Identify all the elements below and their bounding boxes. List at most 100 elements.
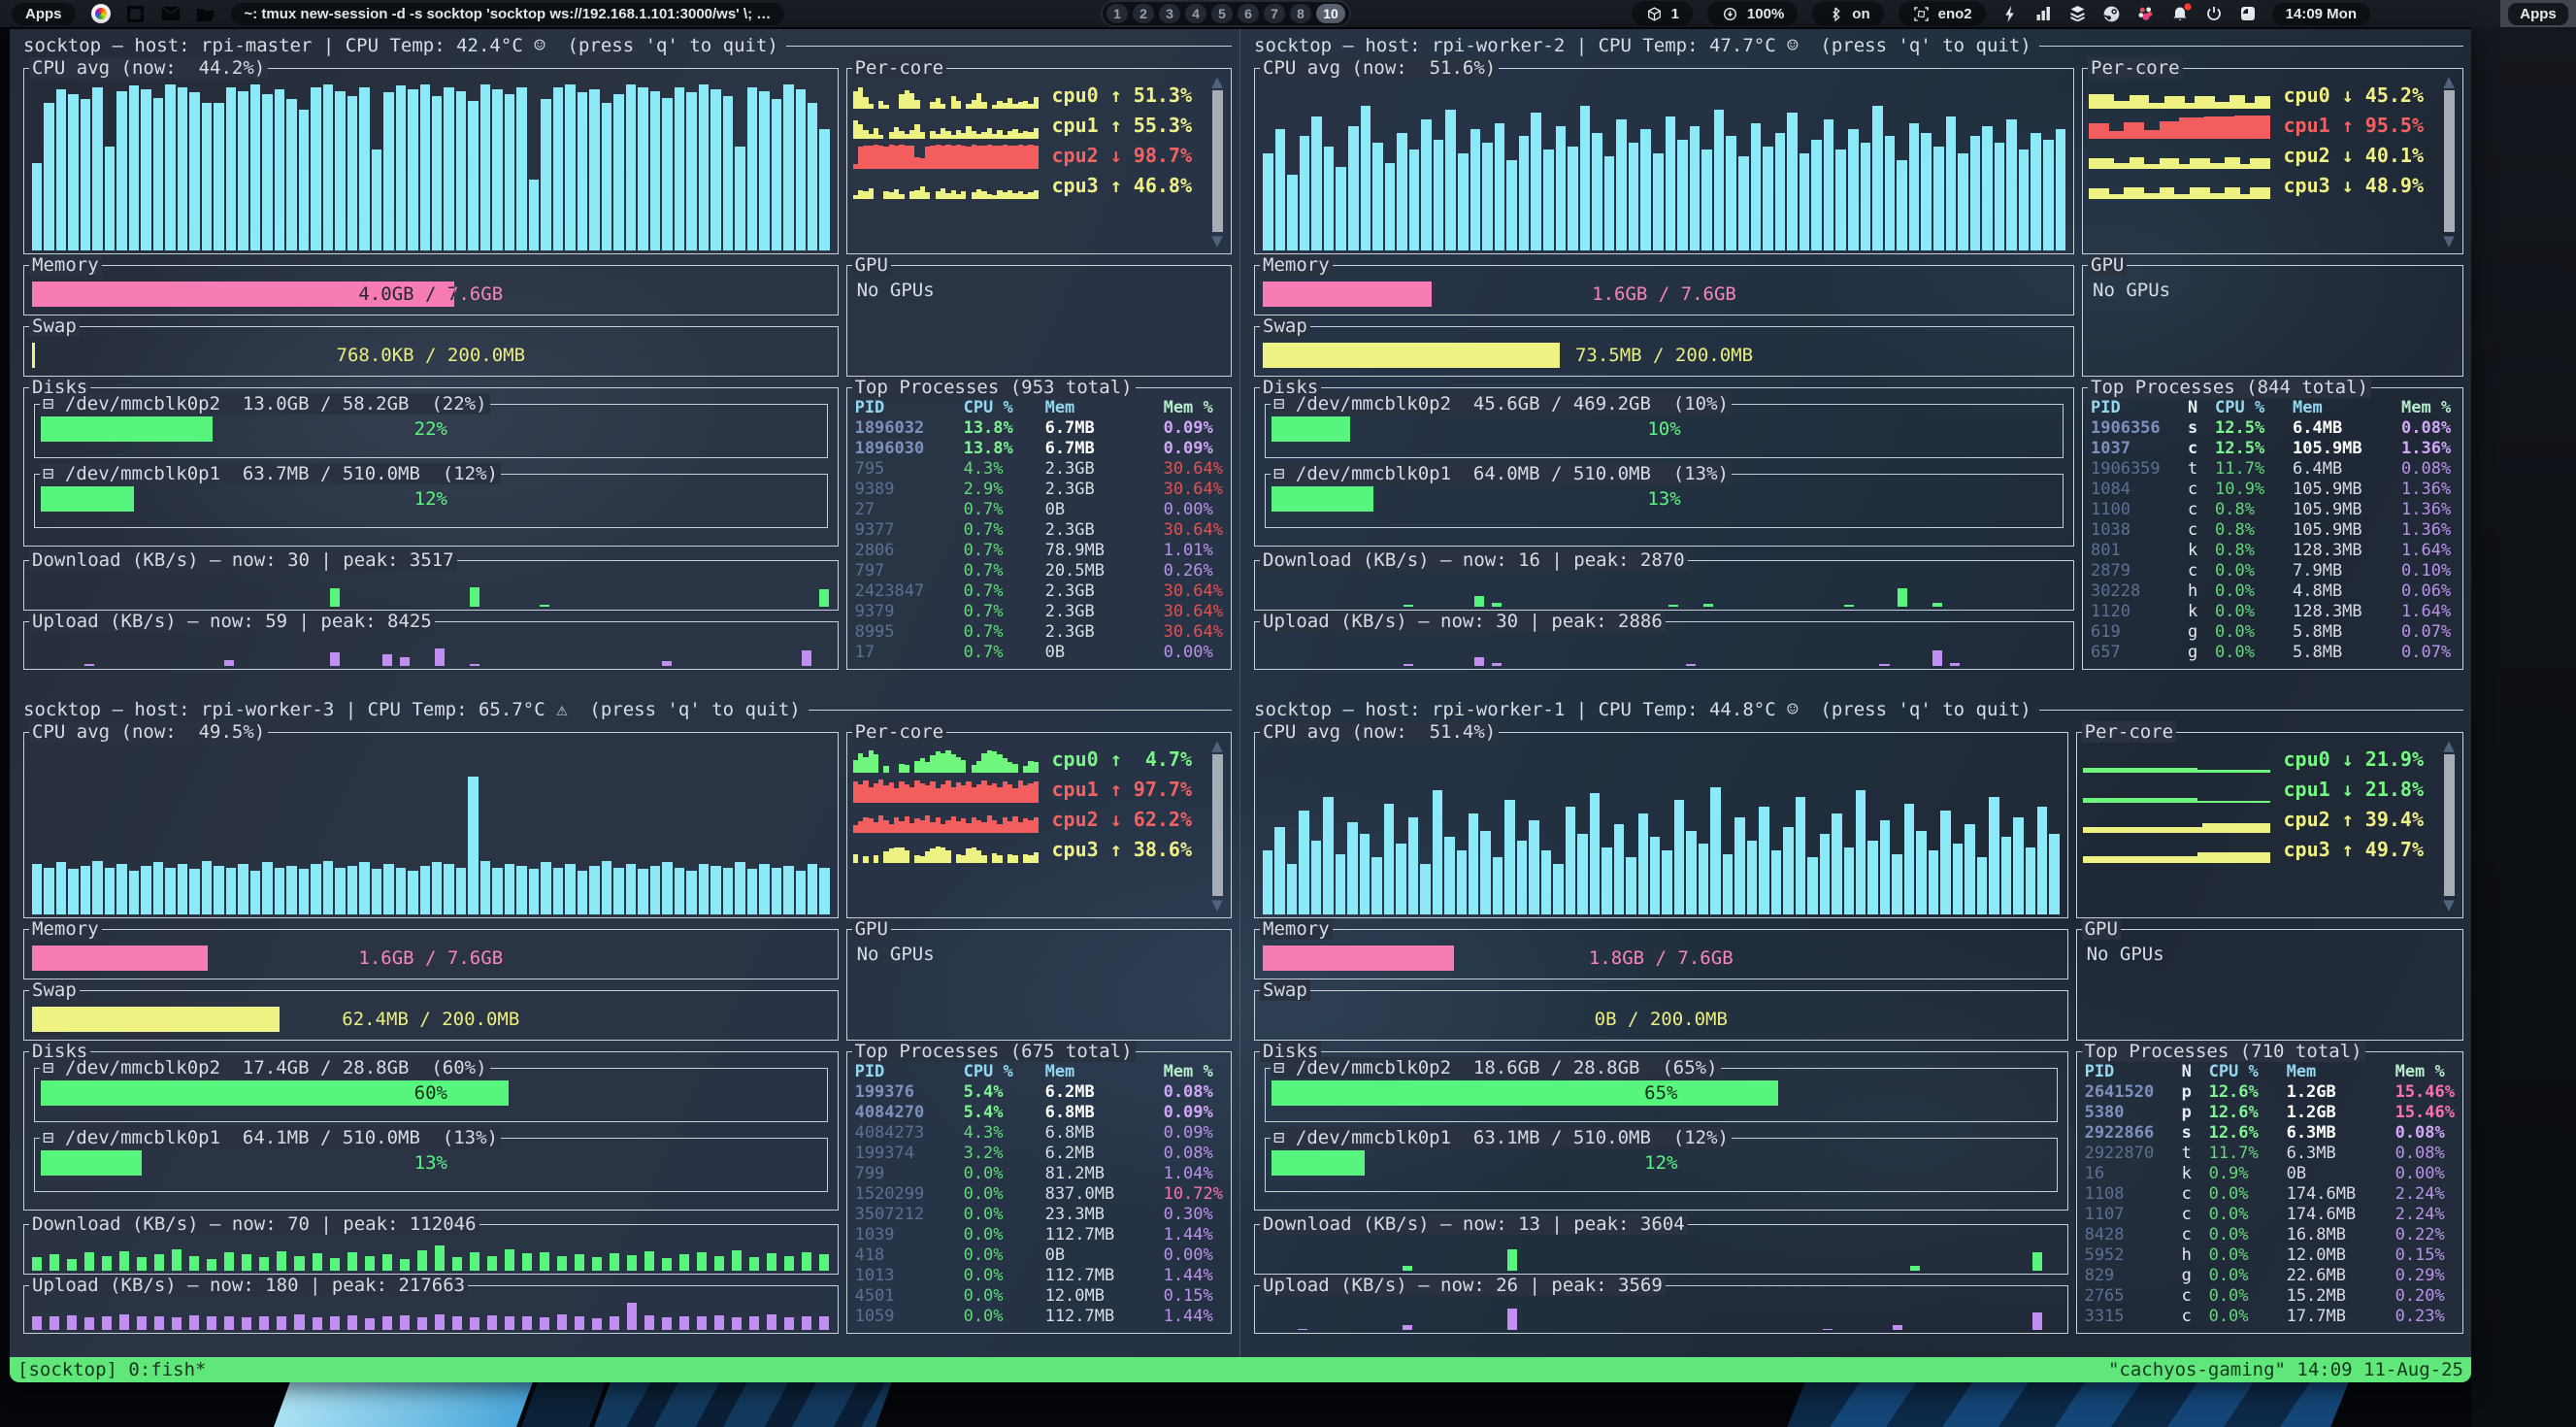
process-cell: 0.06% (2401, 581, 2455, 602)
workspace-7[interactable]: 7 (1264, 4, 1285, 23)
chart-bar (1995, 143, 2005, 250)
scrollbar[interactable]: ▲ ▼ (2440, 75, 2458, 248)
chart-bar (323, 861, 333, 914)
upload-label: Upload (KB/s) — now: 30 | peak: 2886 (1260, 611, 1666, 632)
process-cell: 27 (855, 500, 964, 520)
chart-bar (2265, 116, 2270, 139)
chart-bar (1492, 663, 1502, 666)
scroll-up-icon[interactable]: ▲ (1211, 75, 1223, 88)
process-row: 270.7%0B0.00% (855, 500, 1223, 520)
chart-bar (165, 868, 175, 914)
chart-bar (1668, 605, 1678, 607)
process-row: 7970.7%20.5MB0.26% (855, 561, 1223, 581)
volume-icon (1721, 4, 1740, 23)
column-header: PID (855, 1062, 964, 1082)
scrollbar[interactable]: ▲ ▼ (1208, 739, 1226, 912)
pane-right-column: Per-core cpu0 ↓ 21.9%cpu1 ↓ 21.8%cpu2 ↑ … (2076, 722, 2463, 1334)
steam-icon[interactable] (2102, 4, 2122, 23)
workspace-4[interactable]: 4 (1185, 4, 1206, 23)
network-indicator[interactable]: eno2 (1899, 1, 1986, 26)
files-app-icon[interactable] (196, 4, 215, 23)
scrollbar[interactable]: ▲ ▼ (2440, 739, 2458, 912)
bar-text: 768.0KB / 200.0MB (32, 345, 830, 366)
notification-bell-icon[interactable] (2170, 4, 2190, 23)
chart-bar (878, 135, 883, 139)
core-value-label: cpu0 ↓ 45.2% (2270, 83, 2424, 109)
top-processes-box: Top Processes (844 total) PIDNCPU %MemMe… (2082, 387, 2463, 670)
core-history-chart (2089, 143, 2270, 169)
chart-bar (487, 1315, 497, 1330)
workspace-10[interactable]: 10 (1316, 4, 1345, 23)
chart-bar (602, 103, 611, 250)
process-cell: 1.44% (1164, 1307, 1223, 1327)
color-wheel-app-icon[interactable] (91, 4, 111, 23)
chart-bar (783, 84, 793, 250)
usage-history-icon[interactable] (2238, 4, 2258, 23)
window-count-indicator[interactable]: 1 (1632, 1, 1693, 26)
scrollbar-thumb[interactable] (1212, 90, 1223, 232)
scrollbar-thumb[interactable] (1212, 754, 1223, 896)
chart-bar (372, 869, 381, 914)
workspace-3[interactable]: 3 (1159, 4, 1180, 23)
workspace-8[interactable]: 8 (1290, 4, 1311, 23)
focused-window-title[interactable]: ~: tmux new-session -d -s socktop 'sockt… (231, 3, 785, 25)
scroll-up-icon[interactable]: ▲ (2443, 75, 2455, 88)
chart-bar (294, 1256, 304, 1272)
scroll-up-icon[interactable]: ▲ (1211, 739, 1223, 752)
corner-apps-button[interactable]: Apps (2508, 3, 2568, 25)
process-cell: 105.9MB (2293, 500, 2401, 520)
socktop-pane[interactable]: socktop — host: rpi-worker-3 | CPU Temp:… (10, 693, 1240, 1357)
tmux-session-window[interactable]: [socktop] 0:fish* (17, 1359, 206, 1380)
scroll-down-icon[interactable]: ▼ (2443, 234, 2455, 248)
chart-bar (749, 1316, 759, 1331)
chart-bar (313, 1253, 322, 1271)
system-monitor-bars-icon[interactable] (2034, 4, 2054, 23)
chart-bar (141, 89, 150, 250)
chart-bar (626, 864, 636, 914)
column-header: CPU % (964, 1062, 1045, 1082)
socktop-pane[interactable]: socktop — host: rpi-worker-1 | CPU Temp:… (1240, 693, 2471, 1357)
disk-list: ⊟ /dev/mmcblk0p2 13.0GB / 58.2GB (22%)22… (24, 404, 838, 528)
cluster-tray-icon[interactable] (2136, 4, 2156, 23)
workspace-5[interactable]: 5 (1211, 4, 1233, 23)
chart-bar (275, 89, 284, 250)
process-cell: 0.0% (964, 1164, 1045, 1184)
socktop-pane[interactable]: socktop — host: rpi-master | CPU Temp: 4… (10, 29, 1240, 693)
power-profile-icon[interactable] (2000, 4, 2020, 23)
process-cell: 17 (855, 643, 964, 663)
core-value-label: cpu1 ↑ 95.5% (2270, 113, 2424, 139)
chart-bar (767, 1314, 776, 1330)
workspace-2[interactable]: 2 (1133, 4, 1154, 23)
chart-bar (226, 87, 236, 250)
chart-bar (44, 103, 53, 250)
bluetooth-indicator[interactable]: on (1812, 1, 1883, 26)
volume-indicator[interactable]: 100% (1707, 1, 1798, 26)
layers-icon[interactable] (2068, 4, 2088, 23)
socktop-pane[interactable]: socktop — host: rpi-worker-2 | CPU Temp:… (1240, 29, 2471, 693)
process-cell: 199376 (855, 1082, 964, 1103)
mail-app-icon[interactable] (161, 4, 181, 23)
scroll-down-icon[interactable]: ▼ (2443, 898, 2455, 912)
scrollbar-thumb[interactable] (2444, 90, 2455, 232)
process-cell: 8995 (855, 622, 964, 643)
process-cell: 0.0% (964, 1245, 1045, 1266)
chart-bar (1553, 864, 1563, 914)
scrollbar-thumb[interactable] (2444, 754, 2455, 896)
scroll-down-icon[interactable]: ▼ (1211, 234, 1223, 248)
process-cell: 12.6% (2209, 1103, 2287, 1123)
chart-bar (1885, 136, 1896, 250)
chart-bar (784, 1317, 794, 1330)
window-app-icon[interactable] (126, 4, 146, 23)
workspace-6[interactable]: 6 (1238, 4, 1259, 23)
chart-bar (553, 87, 563, 250)
apps-menu-button[interactable]: Apps (12, 3, 76, 25)
cpu-history-chart (1263, 83, 2065, 250)
power-icon[interactable] (2204, 4, 2224, 23)
scrollbar[interactable]: ▲ ▼ (1208, 75, 1226, 248)
clock-indicator[interactable]: 14:09 Mon (2272, 3, 2370, 25)
scroll-up-icon[interactable]: ▲ (2443, 739, 2455, 752)
chart-bar (224, 1316, 234, 1331)
scroll-down-icon[interactable]: ▼ (1211, 898, 1223, 912)
chart-bar (1604, 156, 1615, 250)
workspace-1[interactable]: 1 (1106, 4, 1128, 23)
